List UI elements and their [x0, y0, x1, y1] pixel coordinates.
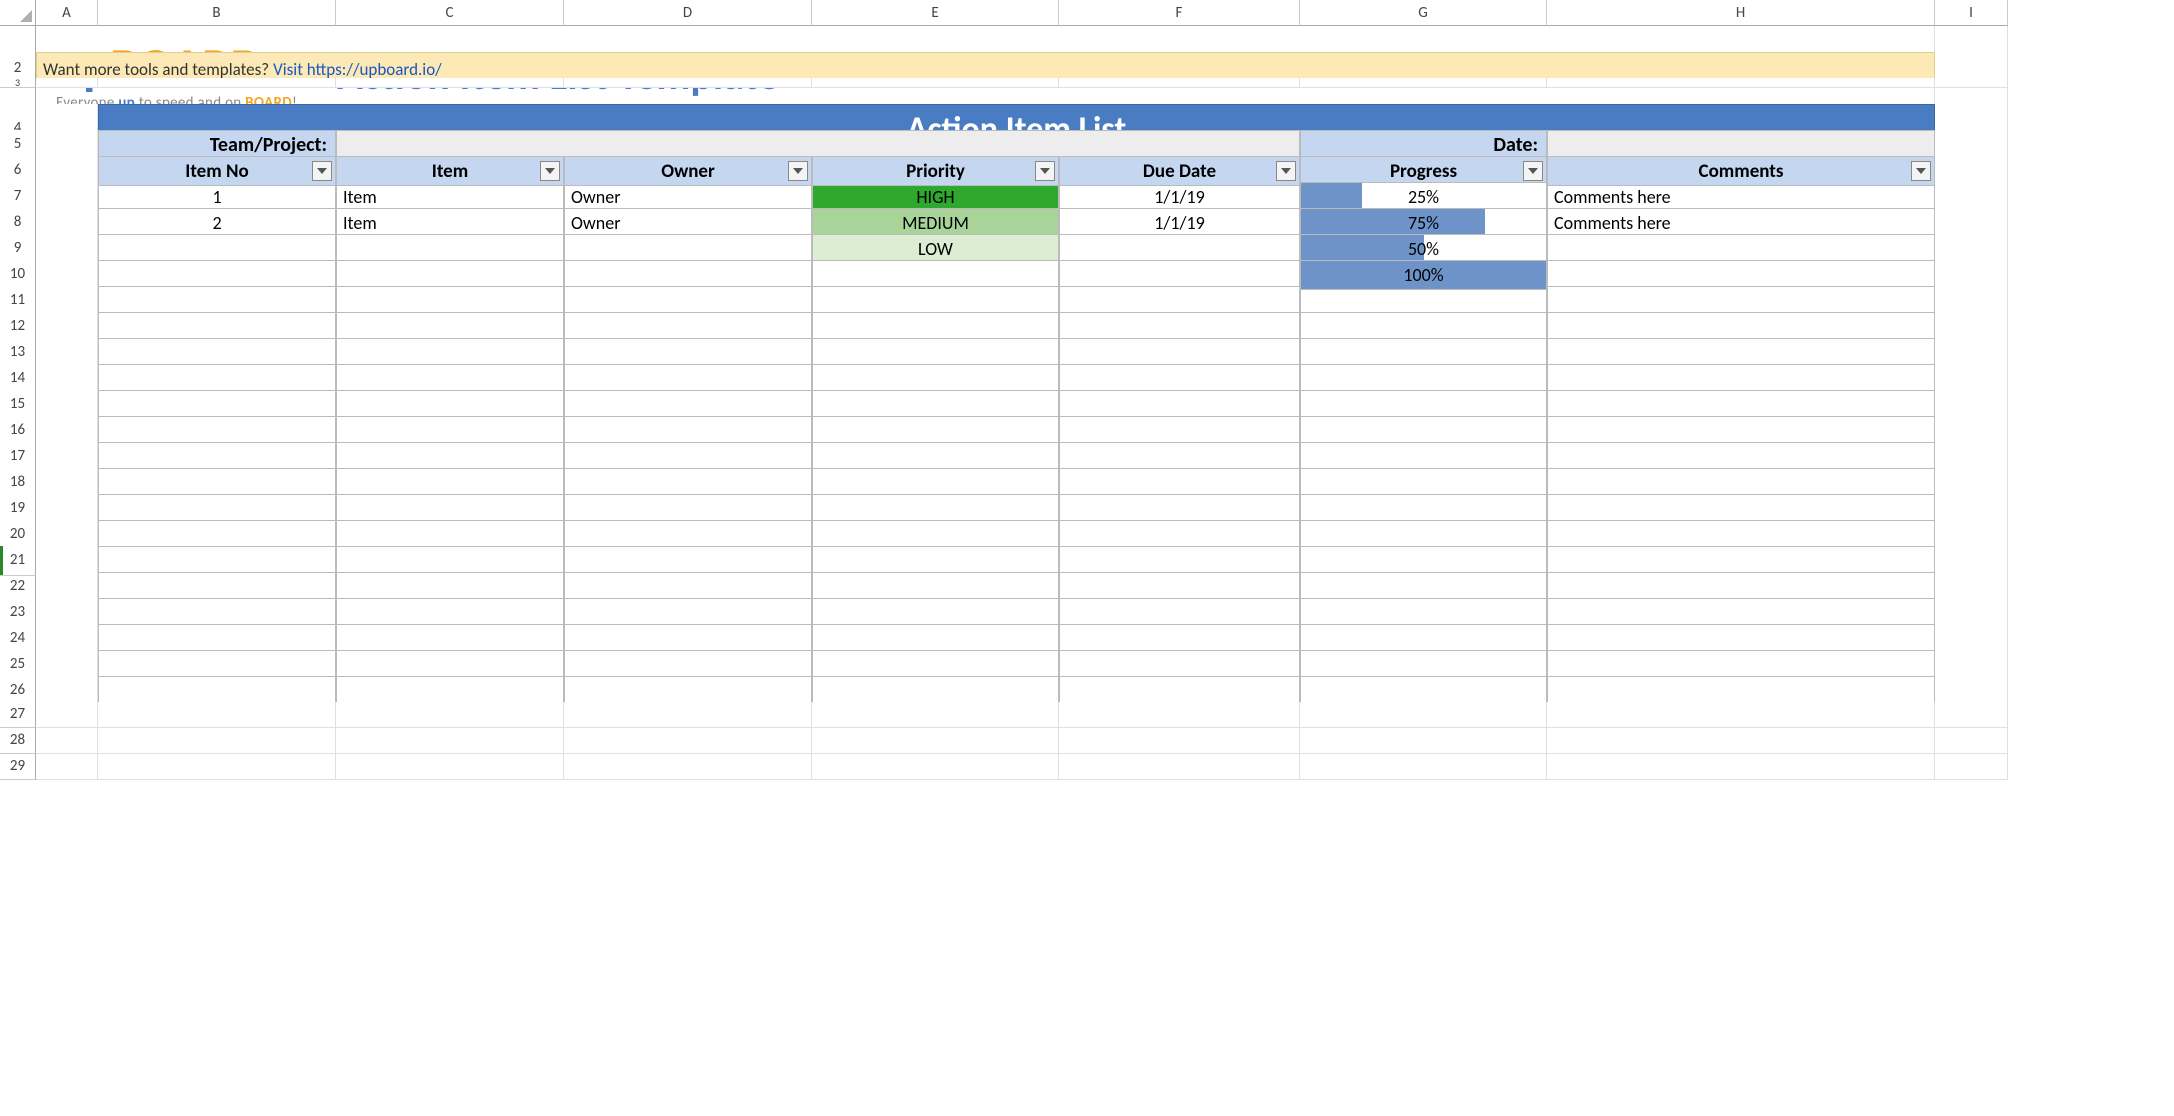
banner-text: Want more tools and templates? [43, 59, 269, 80]
cell[interactable] [812, 728, 1059, 754]
column-header[interactable]: E [812, 0, 1059, 26]
filter-dropdown-button[interactable] [1276, 161, 1296, 181]
row-header[interactable]: 29 [0, 754, 36, 780]
cell[interactable] [1547, 754, 1935, 780]
filter-dropdown-button[interactable] [1911, 161, 1931, 181]
progress-value: 25% [1408, 186, 1439, 208]
filter-dropdown-button[interactable] [312, 161, 332, 181]
column-header[interactable]: G [1300, 0, 1547, 26]
cell[interactable] [1059, 702, 1300, 728]
column-header-comments[interactable]: Comments [1547, 156, 1935, 186]
column-header-due-date[interactable]: Due Date [1059, 156, 1300, 186]
cell[interactable] [564, 702, 812, 728]
filter-dropdown-button[interactable] [1523, 161, 1543, 181]
cell[interactable] [1059, 728, 1300, 754]
cell[interactable] [1059, 754, 1300, 780]
cell[interactable] [36, 728, 98, 754]
cell[interactable] [1300, 754, 1547, 780]
row-header[interactable]: 3 [0, 78, 36, 88]
column-header[interactable]: C [336, 0, 564, 26]
cell[interactable] [1300, 728, 1547, 754]
cell[interactable] [336, 702, 564, 728]
cell[interactable] [812, 702, 1059, 728]
column-header-priority[interactable]: Priority [812, 156, 1059, 186]
banner-link[interactable]: Visit https://upboard.io/ [273, 59, 442, 80]
cell[interactable] [1935, 702, 2008, 728]
column-header-owner[interactable]: Owner [564, 156, 812, 186]
filter-dropdown-button[interactable] [1035, 161, 1055, 181]
column-header-item[interactable]: Item [336, 156, 564, 186]
cell[interactable] [1935, 754, 2008, 780]
column-header[interactable]: B [98, 0, 336, 26]
column-header-item-no[interactable]: Item No [98, 156, 336, 186]
progress-value: 75% [1408, 212, 1439, 234]
cell[interactable] [564, 754, 812, 780]
column-header[interactable]: F [1059, 0, 1300, 26]
progress-bar [1301, 235, 1424, 263]
cell[interactable] [1547, 728, 1935, 754]
cell[interactable] [336, 728, 564, 754]
row-header[interactable]: 28 [0, 728, 36, 754]
cell[interactable] [1547, 702, 1935, 728]
cell[interactable] [564, 728, 812, 754]
progress-value: 50% [1408, 238, 1439, 260]
cell[interactable] [812, 754, 1059, 780]
cell[interactable] [98, 754, 336, 780]
cell[interactable] [36, 702, 98, 728]
cell[interactable] [1300, 702, 1547, 728]
progress-bar [1301, 183, 1362, 211]
cell[interactable] [98, 728, 336, 754]
cell[interactable] [336, 754, 564, 780]
cell-progress[interactable]: 100% [1300, 260, 1547, 290]
cell[interactable] [36, 754, 98, 780]
progress-value: 100% [1403, 264, 1443, 286]
column-header[interactable]: I [1935, 0, 2008, 26]
cell[interactable] [98, 702, 336, 728]
cell[interactable] [1935, 728, 2008, 754]
filter-dropdown-button[interactable] [540, 161, 560, 181]
column-header[interactable]: A [36, 0, 98, 26]
column-header[interactable]: H [1547, 0, 1935, 26]
progress-bar [1301, 209, 1485, 237]
row-header[interactable]: 27 [0, 702, 36, 728]
row-header[interactable]: 21 [0, 546, 36, 576]
filter-dropdown-button[interactable] [788, 161, 808, 181]
column-header[interactable]: D [564, 0, 812, 26]
